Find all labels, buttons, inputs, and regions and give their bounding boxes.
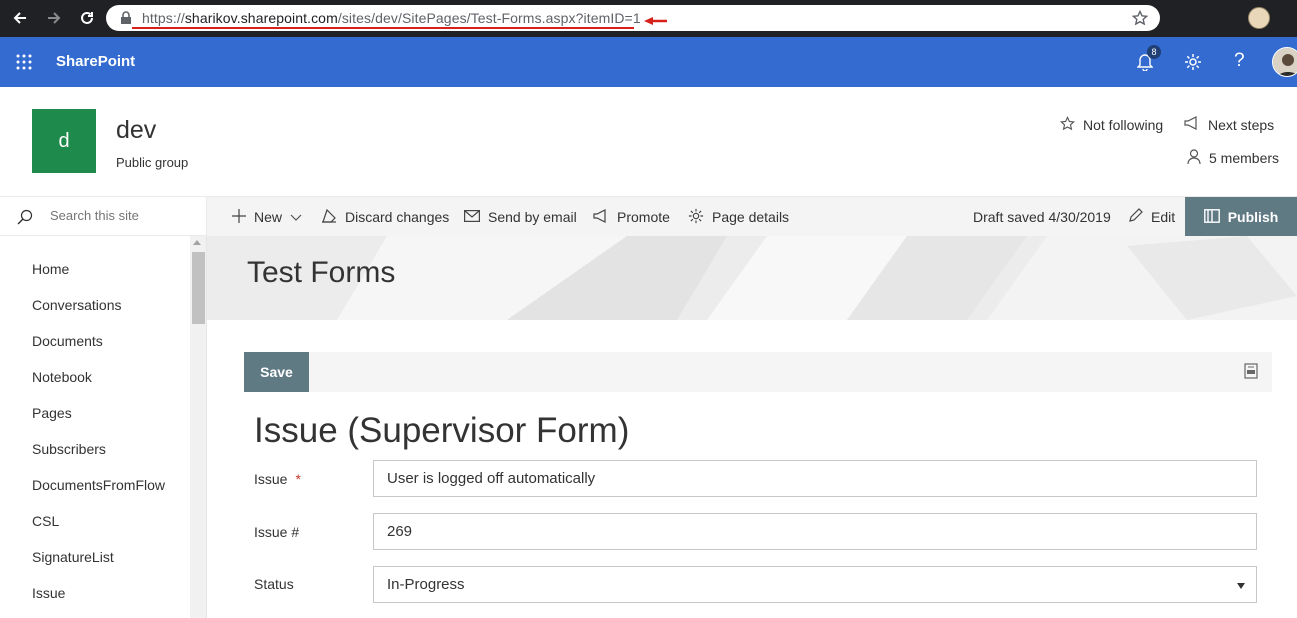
nav-item-home[interactable]: Home [32,261,69,277]
chevron-down-icon [290,209,302,225]
discard-changes-button[interactable]: Discard changes [321,197,449,237]
issue-input[interactable] [373,460,1257,497]
user-avatar[interactable] [1272,47,1297,77]
nav-item-pages[interactable]: Pages [32,405,72,421]
save-button[interactable]: Save [244,352,309,392]
url-scheme: https:// [142,10,185,26]
page-details-label: Page details [712,209,790,225]
annotation-arrow-icon [644,13,668,31]
issue-number-label: Issue # [254,524,300,540]
search-icon [17,209,33,230]
nav-item-conversations[interactable]: Conversations [32,297,122,313]
follow-button[interactable]: Not following [1060,116,1163,134]
next-steps-label: Next steps [1208,116,1275,133]
book-icon [1203,208,1220,226]
nav-item-csl[interactable]: CSL [32,513,59,529]
promote-label: Promote [617,209,670,225]
edit-button[interactable]: Edit [1128,197,1175,237]
site-subtitle: Public group [116,155,189,170]
help-icon[interactable]: ? [1234,50,1245,72]
form-toolbar [244,352,1272,392]
promote-button[interactable]: Promote [593,197,670,237]
members-button[interactable]: 5 members [1187,149,1279,167]
bookmark-star-icon[interactable] [1131,9,1149,31]
star-icon [1060,116,1075,134]
person-icon [1187,149,1201,167]
settings-gear-icon[interactable] [1184,53,1202,76]
lock-icon [120,11,132,30]
address-bar[interactable]: https://sharikov.sharepoint.com/sites/de… [106,5,1160,31]
send-by-email-button[interactable]: Send by email [464,197,577,237]
megaphone-icon [593,208,609,226]
status-selected-value: In-Progress [387,576,465,593]
dropdown-caret-icon [1237,583,1245,589]
pencil-icon [1128,208,1143,226]
follow-label: Not following [1083,117,1164,133]
app-launcher-icon[interactable] [16,54,32,75]
issue-field-label: Issue * [254,471,301,487]
brand-name[interactable]: SharePoint [56,53,135,70]
status-select[interactable]: In-Progress [373,566,1257,603]
megaphone-icon [1184,116,1200,133]
mail-icon [464,209,481,225]
site-search-box[interactable] [0,196,207,236]
nav-item-notebook[interactable]: Notebook [32,369,92,385]
required-marker: * [295,471,301,487]
browser-profile-avatar[interactable] [1248,7,1270,29]
nav-scrollbar-thumb[interactable] [192,252,205,324]
next-steps-button[interactable]: Next steps [1184,116,1274,133]
page-title: Test Forms [247,256,396,289]
new-button[interactable]: New [232,197,302,237]
email-label: Send by email [488,209,577,225]
command-bar: New Discard changes Send by email Promot… [207,196,1297,237]
nav-item-issue[interactable]: Issue [32,585,65,601]
discard-label: Discard changes [345,209,450,225]
draft-status: Draft saved 4/30/2019 [973,209,1111,225]
notifications-badge: 8 [1147,45,1161,59]
status-label: Status [254,576,294,592]
pdf-export-icon[interactable] [1243,363,1259,384]
publish-button[interactable]: Publish [1185,197,1297,237]
nav-item-documents[interactable]: Documents [32,333,103,349]
forward-icon[interactable] [42,6,66,30]
page-details-button[interactable]: Page details [688,197,789,237]
search-input[interactable] [50,208,190,223]
left-navigation: Home Conversations Documents Notebook Pa… [0,236,190,618]
reload-icon[interactable] [75,6,99,30]
nav-item-subscribers[interactable]: Subscribers [32,441,106,457]
settings-gear-icon [688,208,704,227]
site-title[interactable]: dev [116,116,156,145]
url-host: sharikov.sharepoint.com [184,10,338,26]
site-logo[interactable]: d [32,109,96,173]
suite-bar: SharePoint 8 ? [0,37,1297,87]
browser-toolbar: https://sharikov.sharepoint.com/sites/de… [0,0,1297,37]
plus-icon [232,208,246,226]
form-title: Issue (Supervisor Form) [254,411,630,450]
discard-icon [321,208,337,226]
new-label: New [254,209,283,225]
url-path: /sites/dev/SitePages/Test-Forms.aspx?ite… [337,10,641,26]
members-label: 5 members [1209,150,1280,166]
edit-label: Edit [1151,209,1176,225]
back-icon[interactable] [8,6,32,30]
nav-item-documentsfromflow[interactable]: DocumentsFromFlow [32,477,165,493]
issue-number-input[interactable] [373,513,1257,550]
issue-label-text: Issue [254,471,288,487]
publish-label: Publish [1227,209,1279,225]
url-text: https://sharikov.sharepoint.com/sites/de… [142,10,641,26]
url-annotation-underline [132,27,634,29]
scroll-up-arrow-icon[interactable] [193,240,201,245]
page-title-banner: Test Forms [207,236,1297,320]
nav-item-signaturelist[interactable]: SignatureList [32,549,114,565]
